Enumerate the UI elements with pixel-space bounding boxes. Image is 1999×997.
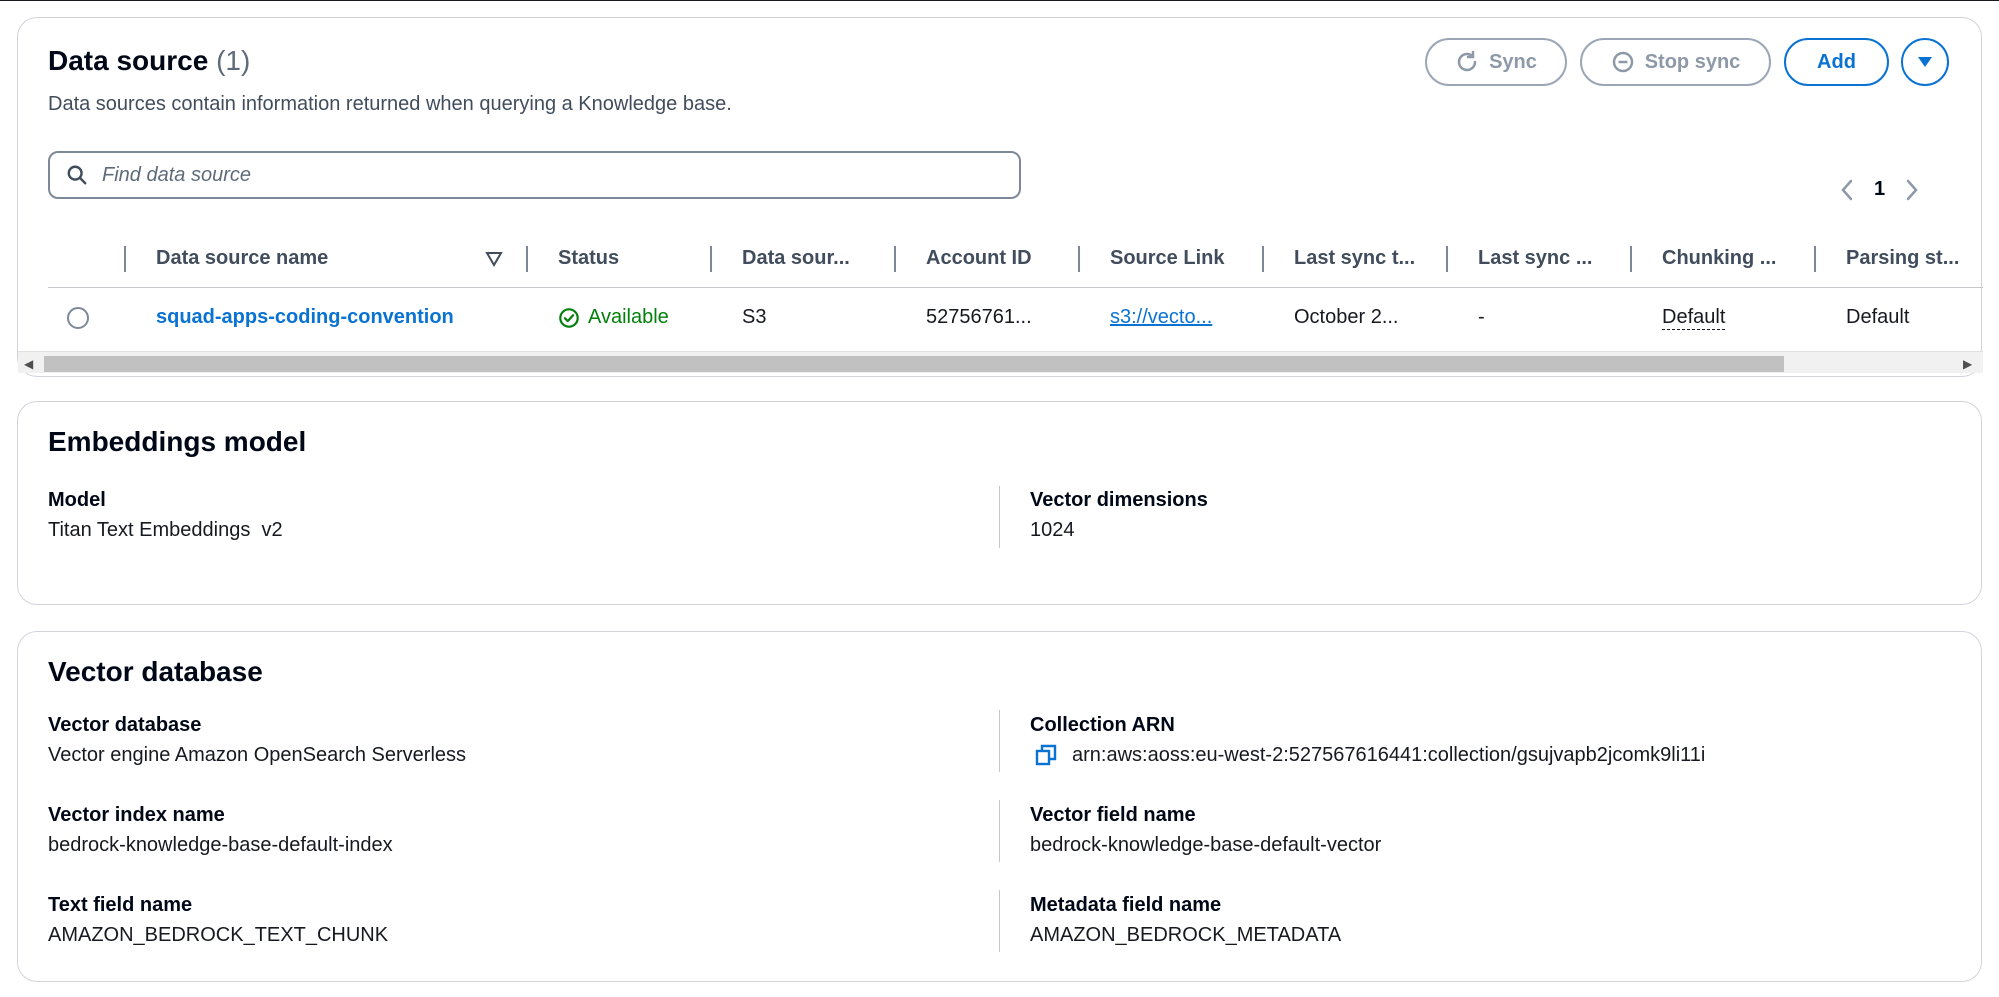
column-divider [1446,246,1448,272]
table-header-row: Data source name Status Data sour... Acc… [48,228,1983,288]
column-divider [894,246,896,272]
minus-circle-icon [1612,51,1633,73]
embeddings-model-panel: Embeddings model Model Titan Text Embedd… [17,401,1982,605]
vector-field-name-value: bedrock-knowledge-base-default-vector [1030,834,1382,856]
parsing-cell: Default [1846,306,1910,328]
caret-down-icon [1918,57,1932,67]
pagination: 1 [1840,178,1919,201]
data-source-title: Data source (1) [48,45,250,77]
column-header-account-id[interactable]: Account ID [926,228,1032,288]
column-divider [1078,246,1080,272]
add-button[interactable]: Add [1784,38,1889,86]
model-value: Titan Text Embeddings v2 [48,519,283,541]
column-header-chunking[interactable]: Chunking ... [1662,228,1776,288]
source-link[interactable]: s3://vecto... [1110,306,1212,329]
scroll-right-arrow-icon[interactable]: ▶ [1963,357,1972,371]
vector-field-name-label: Vector field name [1030,804,1196,826]
account-id-cell: 52756761... [926,306,1032,328]
find-data-source-input[interactable] [102,163,982,187]
data-source-table: Data source name Status Data sour... Acc… [48,228,1983,346]
column-divider [999,800,1000,862]
sort-descending-icon[interactable] [485,251,503,267]
vector-database-title: Vector database [48,656,263,687]
chevron-right-icon[interactable] [1905,179,1919,201]
data-source-count: (1) [216,45,251,76]
column-divider [999,486,1000,548]
row-select-radio-cell [67,289,89,346]
chevron-left-icon[interactable] [1840,179,1854,201]
column-divider [1814,246,1816,272]
column-header-data-source-type[interactable]: Data sour... [742,228,850,288]
vector-dimensions-value: 1024 [1030,519,1075,541]
last-sync-time-cell: October 2... [1294,306,1399,328]
text-field-name-label: Text field name [48,894,193,916]
vector-database-panel: Vector database Vector database Vector e… [17,631,1982,982]
add-button-label: Add [1817,50,1856,73]
chunking-cell: Default [1662,289,1726,346]
horizontal-scrollbar[interactable]: ◀ ▶ [18,351,1983,373]
stop-sync-button[interactable]: Stop sync [1580,38,1771,86]
metadata-field-name-label: Metadata field name [1030,894,1222,916]
vector-dimensions-label: Vector dimensions [1030,489,1208,511]
status-text: Available [588,306,669,328]
column-header-data-source-name[interactable]: Data source name [156,228,328,288]
data-source-description: Data sources contain information returne… [48,93,732,115]
chunking-value[interactable]: Default [1662,305,1726,330]
data-source-type-cell: S3 [742,306,767,328]
scroll-left-arrow-icon[interactable]: ◀ [24,357,33,371]
search-box [48,151,1021,199]
column-divider [1262,246,1264,272]
column-header-parsing-strategy[interactable]: Parsing st... [1846,228,1959,288]
table-row: squad-apps-coding-convention Available S… [48,289,1983,346]
sync-button[interactable]: Sync [1425,38,1567,86]
vector-index-name-value: bedrock-knowledge-base-default-index [48,834,393,856]
check-circle-icon [559,307,579,328]
vector-database-label: Vector database [48,714,202,736]
column-divider [1630,246,1632,272]
column-divider [999,890,1000,952]
refresh-icon [1457,50,1477,72]
current-page-number[interactable]: 1 [1874,178,1885,201]
vector-database-value: Vector engine Amazon OpenSearch Serverle… [48,744,467,766]
status-badge: Available [558,289,669,346]
row-select-radio[interactable] [67,306,89,329]
column-divider [710,246,712,272]
column-divider [124,246,126,272]
last-sync-status-cell: - [1478,306,1485,328]
vector-index-name-label: Vector index name [48,804,225,826]
column-header-last-sync-time[interactable]: Last sync t... [1294,228,1415,288]
data-source-panel: Data source (1) Data sources contain inf… [17,17,1983,377]
column-header-source-link[interactable]: Source Link [1110,228,1224,288]
source-link-cell: s3://vecto... [1110,289,1212,346]
search-icon [67,165,87,185]
data-source-name-link[interactable]: squad-apps-coding-convention [156,289,454,346]
column-header-status[interactable]: Status [558,228,619,288]
column-divider [526,246,528,272]
column-header-last-sync-status[interactable]: Last sync ... [1478,228,1593,288]
sync-button-label: Sync [1489,50,1537,73]
model-label: Model [48,489,106,511]
collection-arn-label: Collection ARN [1030,714,1175,736]
embeddings-model-title: Embeddings model [48,426,307,457]
column-divider [999,710,1000,772]
data-source-title-text: Data source [48,45,209,76]
stop-sync-button-label: Stop sync [1644,50,1741,73]
copy-icon[interactable] [1034,743,1058,767]
text-field-name-value: AMAZON_BEDROCK_TEXT_CHUNK [48,924,389,946]
more-actions-dropdown-button[interactable] [1901,38,1949,86]
collection-arn-row: arn:aws:aoss:eu-west-2:527567616441:coll… [1034,743,1705,767]
collection-arn-value: arn:aws:aoss:eu-west-2:527567616441:coll… [1072,743,1706,766]
scrollbar-thumb[interactable] [44,356,1784,372]
metadata-field-name-value: AMAZON_BEDROCK_METADATA [1030,924,1342,946]
